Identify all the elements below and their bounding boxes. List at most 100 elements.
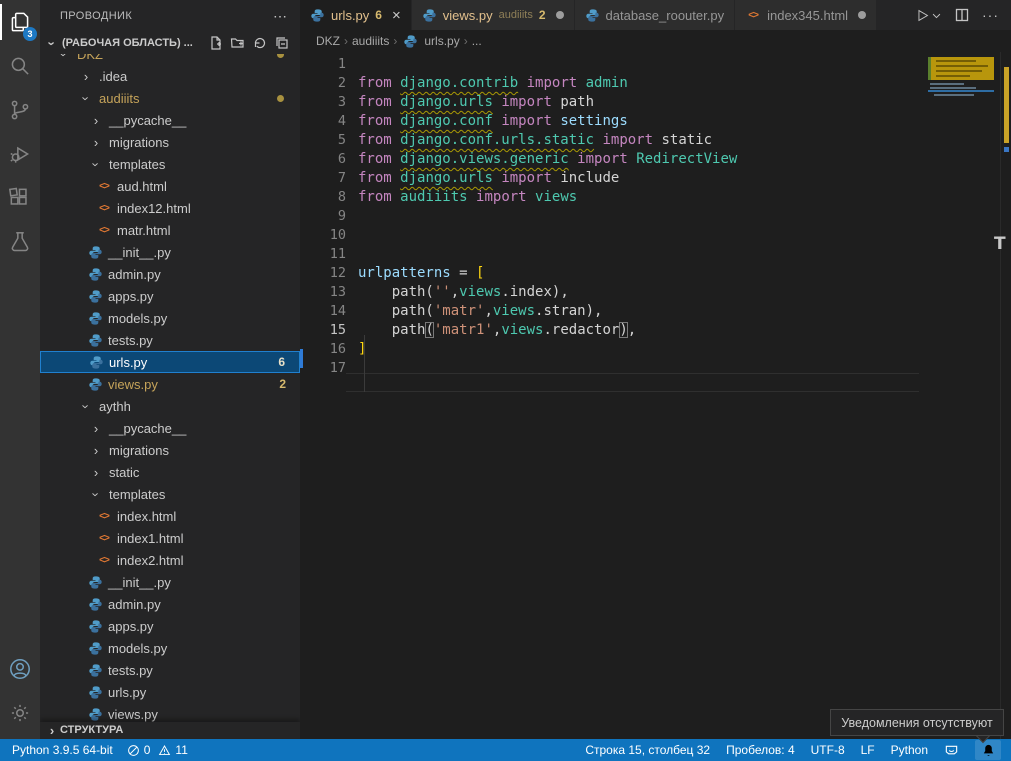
tab-urls.py[interactable]: urls.py6× <box>300 0 412 30</box>
tree-item-tests.py[interactable]: tests.py <box>40 659 300 681</box>
tree-item-templates[interactable]: ›templates <box>40 153 300 175</box>
outline-section-header[interactable]: › СТРУКТУРА <box>40 722 300 738</box>
workspace-section-header[interactable]: › (РАБОЧАЯ ОБЛАСТЬ) ... <box>40 32 300 54</box>
tab-views.py[interactable]: views.pyaudiiits2 <box>412 0 575 30</box>
more-actions-icon[interactable]: ··· <box>982 7 999 23</box>
tree-item-index12.html[interactable]: <>index12.html <box>40 197 300 219</box>
cursor-position-item[interactable]: Строка 15, столбец 32 <box>585 743 710 757</box>
tree-item-__pycache__[interactable]: ›__pycache__ <box>40 417 300 439</box>
python-file-icon <box>88 663 103 678</box>
split-editor-icon[interactable] <box>954 7 970 23</box>
tree-item-index.html[interactable]: <>index.html <box>40 505 300 527</box>
workspace-label: (РАБОЧАЯ ОБЛАСТЬ) ... <box>62 37 193 49</box>
tree-item-static[interactable]: ›static <box>40 461 300 483</box>
breadcrumb-item-DKZ[interactable]: DKZ <box>316 34 340 48</box>
new-folder-icon[interactable] <box>230 35 246 51</box>
tree-item-__init__.py[interactable]: __init__.py <box>40 241 300 263</box>
tree-item-.idea[interactable]: ›.idea <box>40 65 300 87</box>
close-icon[interactable]: × <box>392 7 401 24</box>
tree-item-models.py[interactable]: models.py <box>40 637 300 659</box>
tab-database_roouter.py[interactable]: database_roouter.py <box>575 0 736 30</box>
tree-item-aud.html[interactable]: <>aud.html <box>40 175 300 197</box>
tree-item-apps.py[interactable]: apps.py <box>40 615 300 637</box>
source-control-icon[interactable] <box>0 88 40 132</box>
code-area[interactable]: 12from django.contrib import admin3from … <box>300 52 1011 739</box>
tab-label: views.py <box>443 8 493 23</box>
chevron-right-icon: › <box>88 421 104 436</box>
line-number: 10 <box>300 226 346 245</box>
account-icon[interactable] <box>0 647 40 691</box>
tree-item-urls.py[interactable]: urls.py <box>40 681 300 703</box>
breadcrumb-item-urls.py[interactable]: urls.py <box>424 34 459 48</box>
tree-item-__pycache__[interactable]: ›__pycache__ <box>40 109 300 131</box>
python-file-icon <box>88 333 103 348</box>
encoding-item[interactable]: UTF-8 <box>811 743 845 757</box>
tree-item-label: tests.py <box>108 333 153 348</box>
tree-item-DKZ[interactable]: ›DKZ <box>40 54 300 65</box>
code-token <box>392 75 400 91</box>
tree-item-templates[interactable]: ›templates <box>40 483 300 505</box>
tab-index345.html[interactable]: <>index345.html <box>735 0 877 30</box>
code-line-4: 4from django.conf import settings <box>300 112 1011 131</box>
tree-item-label: urls.py <box>109 355 147 370</box>
tree-item-migrations[interactable]: ›migrations <box>40 131 300 153</box>
tree-item-apps.py[interactable]: apps.py <box>40 285 300 307</box>
html-file-icon: <> <box>96 555 112 566</box>
notifications-bell-icon[interactable] <box>975 740 1001 760</box>
code-token: import <box>577 151 628 167</box>
tree-item-audiiits[interactable]: ›audiiits <box>40 87 300 109</box>
scrollbar-info-marker <box>1004 147 1009 152</box>
tree-item-index1.html[interactable]: <>index1.html <box>40 527 300 549</box>
settings-gear-icon[interactable] <box>0 691 40 735</box>
tree-item-label: apps.py <box>108 619 154 634</box>
views-and-more-actions-icon[interactable]: ⋯ <box>273 8 288 25</box>
overview-ruler-scrollbar[interactable] <box>1000 52 1011 739</box>
minimap-current-line <box>928 90 994 92</box>
tree-item-views.py[interactable]: views.py <box>40 703 300 722</box>
code-line-7: 7from django.urls import include <box>300 169 1011 188</box>
tree-item-label: index.html <box>117 509 176 524</box>
refresh-icon[interactable] <box>252 35 268 51</box>
python-interpreter-item[interactable]: Python 3.9.5 64-bit <box>12 743 113 757</box>
code-line-text: from django.conf import settings <box>358 112 628 131</box>
modified-dot <box>556 11 564 19</box>
minimap[interactable] <box>928 52 997 252</box>
tree-item-migrations[interactable]: ›migrations <box>40 439 300 461</box>
breadcrumb-item-...[interactable]: ... <box>472 34 482 48</box>
line-number: 13 <box>300 283 346 302</box>
tree-item-index2.html[interactable]: <>index2.html <box>40 549 300 571</box>
code-line-5: 5from django.conf.urls.static import sta… <box>300 131 1011 150</box>
tab-bar: urls.py6×views.pyaudiiits2database_roout… <box>300 0 1011 30</box>
chevron-down-icon[interactable] <box>931 10 942 21</box>
editor-group: urls.py 6 × views.pyaudiiits2database_roout… <box>300 0 1011 739</box>
run-python-file-button[interactable] <box>914 7 942 24</box>
search-icon[interactable] <box>0 44 40 88</box>
tree-item-admin.py[interactable]: admin.py <box>40 263 300 285</box>
problems-item[interactable]: 0 11 <box>127 743 188 757</box>
tree-item-__init__.py[interactable]: __init__.py <box>40 571 300 593</box>
tree-item-urls.py[interactable]: urls.py6 <box>40 351 300 373</box>
tree-item-models.py[interactable]: models.py <box>40 307 300 329</box>
feedback-smiley-icon[interactable] <box>944 743 959 758</box>
code-token: admin <box>586 75 628 91</box>
tree-item-admin.py[interactable]: admin.py <box>40 593 300 615</box>
breadcrumb-item-audiiits[interactable]: audiiits <box>352 34 389 48</box>
code-token <box>518 75 526 91</box>
indentation-item[interactable]: Пробелов: 4 <box>726 743 795 757</box>
collapse-folders-icon[interactable] <box>274 35 290 51</box>
explorer-icon[interactable]: 3 <box>0 0 40 44</box>
tree-item-views.py[interactable]: views.py2 <box>40 373 300 395</box>
tab-problems-badge: 6 <box>375 8 382 22</box>
language-mode-item[interactable]: Python <box>891 743 928 757</box>
new-file-icon[interactable] <box>208 35 224 51</box>
code-line-9: 9 <box>300 207 1011 226</box>
code-line-text: from django.conf.urls.static import stat… <box>358 131 712 150</box>
tree-item-aythh[interactable]: ›aythh <box>40 395 300 417</box>
extensions-icon[interactable] <box>0 176 40 220</box>
tree-item-tests.py[interactable]: tests.py <box>40 329 300 351</box>
outline-label: СТРУКТУРА <box>60 724 123 736</box>
tree-item-matr.html[interactable]: <>matr.html <box>40 219 300 241</box>
eol-item[interactable]: LF <box>861 743 875 757</box>
testing-icon[interactable] <box>0 220 40 264</box>
run-and-debug-icon[interactable] <box>0 132 40 176</box>
